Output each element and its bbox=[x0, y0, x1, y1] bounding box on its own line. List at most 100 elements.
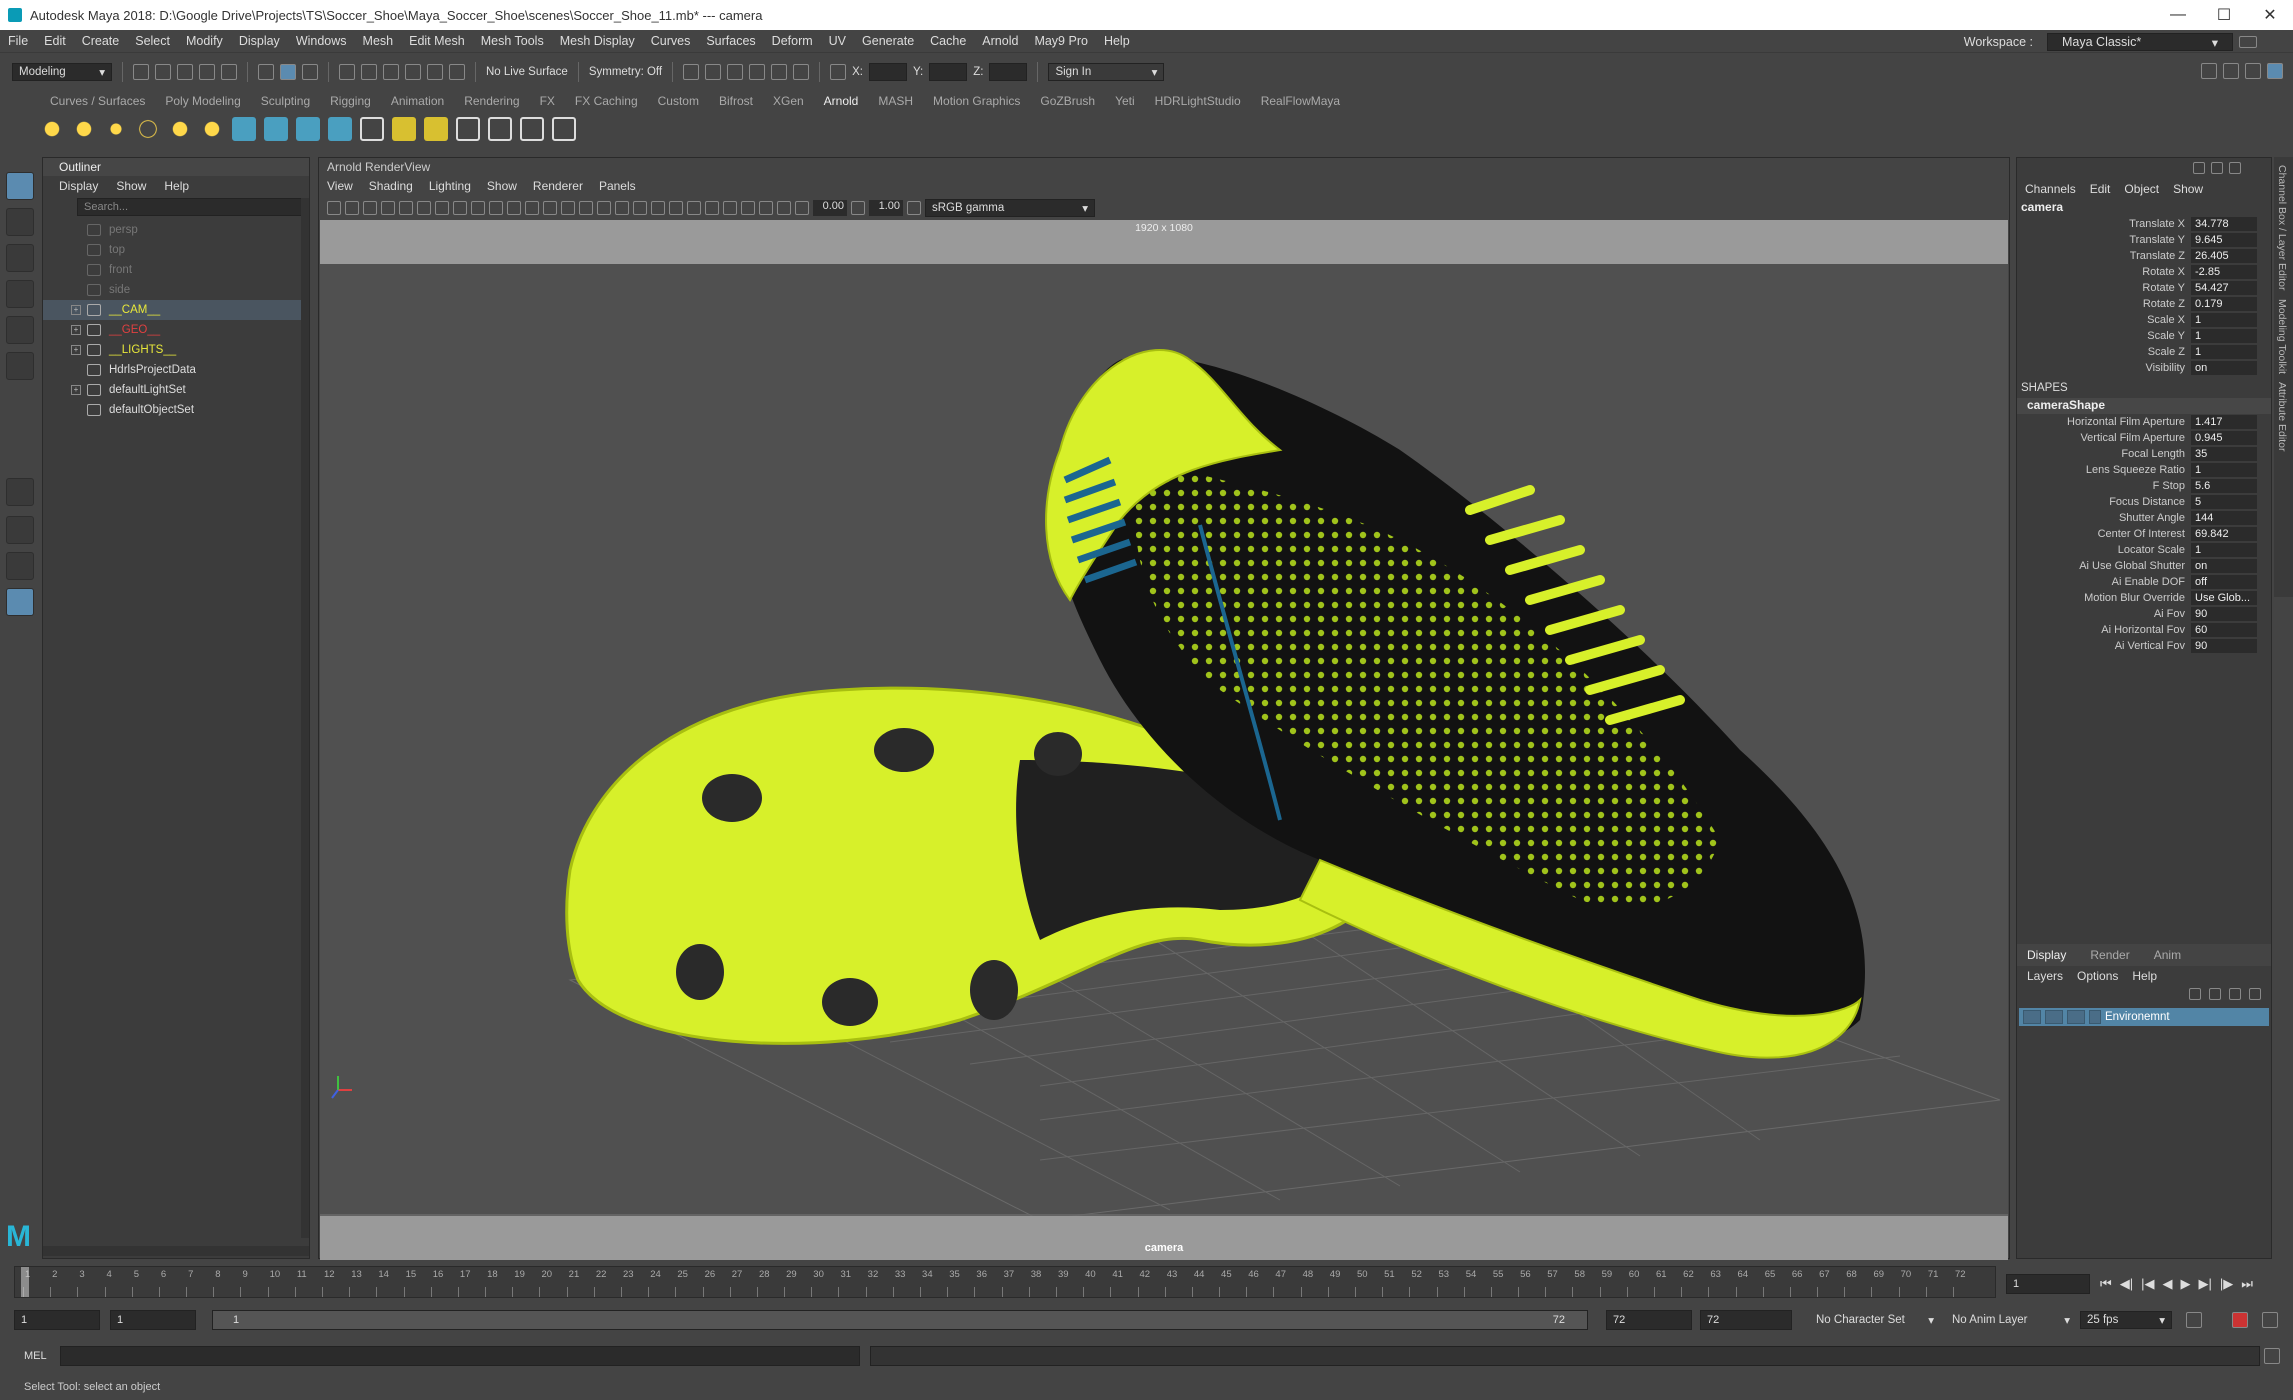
go-to-end-icon[interactable]: ⏭ bbox=[2241, 1276, 2253, 1292]
layer-tab-render[interactable]: Render bbox=[2090, 948, 2129, 962]
snap-view-plane-icon[interactable] bbox=[405, 63, 421, 80]
render-settings-icon[interactable] bbox=[727, 63, 744, 80]
channel-label[interactable]: Ai Fov bbox=[2017, 608, 2191, 620]
channel-edit-menu[interactable]: Edit bbox=[2090, 182, 2111, 196]
end-time-field[interactable]: 72 bbox=[1700, 1310, 1792, 1330]
outliner-search-input[interactable]: Search... bbox=[77, 198, 305, 216]
gate-mask-icon[interactable] bbox=[489, 201, 503, 215]
shelf-tab-poly-modeling[interactable]: Poly Modeling bbox=[155, 94, 250, 108]
use-all-lights-icon[interactable] bbox=[633, 201, 647, 215]
step-forward-key-icon[interactable]: ▶| bbox=[2198, 1276, 2211, 1292]
shelf-tab-animation[interactable]: Animation bbox=[381, 94, 454, 108]
redo-icon[interactable] bbox=[221, 63, 237, 80]
snap-curve-icon[interactable] bbox=[361, 63, 377, 80]
expand-icon[interactable]: + bbox=[71, 305, 81, 315]
spot-light-icon[interactable] bbox=[104, 117, 128, 141]
horizontal-scrollbar[interactable] bbox=[43, 1246, 309, 1256]
bookmark-icon[interactable] bbox=[363, 201, 377, 215]
channel-label[interactable]: Scale Y bbox=[2017, 330, 2191, 342]
arnold-object-icon[interactable] bbox=[328, 117, 352, 141]
open-scene-icon[interactable] bbox=[155, 63, 171, 80]
channel-label[interactable]: Visibility bbox=[2017, 362, 2191, 374]
select-hierarchy-icon[interactable] bbox=[258, 63, 274, 80]
channel-value-field[interactable]: 144 bbox=[2191, 511, 2257, 525]
four-view-layout-icon[interactable] bbox=[6, 516, 34, 544]
grease-pencil-icon[interactable] bbox=[417, 201, 431, 215]
float-panel-icon[interactable] bbox=[2229, 162, 2241, 174]
outliner-item[interactable]: HdrlsProjectData bbox=[43, 360, 309, 380]
snap-point-icon[interactable] bbox=[383, 63, 399, 80]
channel-label[interactable]: Rotate X bbox=[2017, 266, 2191, 278]
channel-value-field[interactable]: 90 bbox=[2191, 607, 2257, 621]
channel-box-mode-icon[interactable] bbox=[2193, 162, 2205, 174]
rotate-tool-icon[interactable] bbox=[6, 316, 34, 344]
playback-start-field[interactable]: 1 bbox=[110, 1310, 196, 1330]
hypershade-icon[interactable] bbox=[749, 63, 766, 80]
layer-playback-toggle[interactable] bbox=[2045, 1010, 2063, 1024]
expand-icon[interactable]: + bbox=[71, 325, 81, 335]
shelf-tab-mash[interactable]: MASH bbox=[868, 94, 923, 108]
channel-label[interactable]: Lens Squeeze Ratio bbox=[2017, 464, 2191, 476]
channel-label[interactable]: Translate Y bbox=[2017, 234, 2191, 246]
menu-uv[interactable]: UV bbox=[821, 34, 854, 48]
channel-value-field[interactable]: 69.842 bbox=[2191, 527, 2257, 541]
channel-label[interactable]: Center Of Interest bbox=[2017, 528, 2191, 540]
channel-value-field[interactable]: 1.417 bbox=[2191, 415, 2257, 429]
play-backwards-icon[interactable]: ◀ bbox=[2162, 1276, 2172, 1292]
viewport-menu-renderer[interactable]: Renderer bbox=[533, 179, 583, 193]
gamma-icon[interactable] bbox=[851, 201, 865, 215]
point-light-icon[interactable] bbox=[72, 117, 96, 141]
shadows-icon[interactable] bbox=[651, 201, 665, 215]
image-plane-icon[interactable] bbox=[381, 201, 395, 215]
side-tab-channel-box[interactable]: Channel Box / Layer Editor bbox=[2276, 165, 2288, 291]
channel-label[interactable]: Rotate Z bbox=[2017, 298, 2191, 310]
outliner-item[interactable]: top bbox=[43, 240, 309, 260]
outliner-menu-show[interactable]: Show bbox=[116, 179, 146, 193]
go-to-start-icon[interactable]: ⏮ bbox=[2100, 1276, 2112, 1292]
snap-grid-icon[interactable] bbox=[339, 63, 355, 80]
channel-value-field[interactable]: Use Glob... bbox=[2191, 591, 2257, 605]
txmanager-icon[interactable] bbox=[392, 117, 416, 141]
shelf-tab-motion-graphics[interactable]: Motion Graphics bbox=[923, 94, 1030, 108]
area-light-icon[interactable] bbox=[40, 117, 64, 141]
outliner-menu-help[interactable]: Help bbox=[164, 179, 189, 193]
shelf-tab-fx[interactable]: FX bbox=[530, 94, 565, 108]
gamma-field[interactable]: 1.00 bbox=[869, 200, 903, 216]
step-back-key-icon[interactable]: |◀ bbox=[2141, 1276, 2154, 1292]
expand-icon[interactable]: + bbox=[71, 385, 81, 395]
remove-txmanager-icon[interactable] bbox=[424, 117, 448, 141]
new-layer-from-selection-icon[interactable] bbox=[2249, 988, 2261, 1000]
move-tool-icon[interactable] bbox=[6, 280, 34, 308]
color-management-icon[interactable] bbox=[907, 201, 921, 215]
new-empty-layer-icon[interactable] bbox=[2229, 988, 2241, 1000]
single-perspective-layout-icon[interactable] bbox=[6, 478, 34, 506]
channel-label[interactable]: Scale X bbox=[2017, 314, 2191, 326]
persp-outliner-layout-icon[interactable] bbox=[6, 552, 34, 580]
channel-value-field[interactable]: on bbox=[2191, 559, 2257, 573]
shelf-tab-gozbrush[interactable]: GoZBrush bbox=[1030, 94, 1105, 108]
menu-arnold[interactable]: Arnold bbox=[974, 34, 1026, 48]
channel-label[interactable]: Focal Length bbox=[2017, 448, 2191, 460]
layer-row[interactable]: Environemnt bbox=[2019, 1008, 2269, 1026]
select-component-icon[interactable] bbox=[302, 63, 318, 80]
channel-label[interactable]: Scale Z bbox=[2017, 346, 2191, 358]
textured-icon[interactable] bbox=[615, 201, 629, 215]
standin-icon[interactable] bbox=[232, 117, 256, 141]
menu-cache[interactable]: Cache bbox=[922, 34, 974, 48]
vertical-scrollbar[interactable] bbox=[301, 198, 309, 1238]
snap-surface-icon[interactable] bbox=[427, 63, 443, 80]
xray-joints-icon[interactable] bbox=[777, 201, 791, 215]
channel-value-field[interactable]: 9.645 bbox=[2191, 233, 2257, 247]
arnold-render-icon[interactable] bbox=[771, 63, 788, 80]
menu-file[interactable]: File bbox=[0, 34, 36, 48]
menu-curves[interactable]: Curves bbox=[643, 34, 699, 48]
view-transform-dropdown[interactable]: sRGB gamma ▾ bbox=[925, 199, 1095, 217]
channel-value-field[interactable]: 1 bbox=[2191, 543, 2257, 557]
channel-value-field[interactable]: 5 bbox=[2191, 495, 2257, 509]
viewport-menu-panels[interactable]: Panels bbox=[599, 179, 636, 193]
channel-value-field[interactable]: 0.179 bbox=[2191, 297, 2257, 311]
lock-icon[interactable] bbox=[2239, 36, 2257, 48]
layer-options-menu[interactable]: Options bbox=[2077, 969, 2118, 983]
save-scene-icon[interactable] bbox=[177, 63, 193, 80]
y-coord-field[interactable] bbox=[929, 62, 968, 81]
